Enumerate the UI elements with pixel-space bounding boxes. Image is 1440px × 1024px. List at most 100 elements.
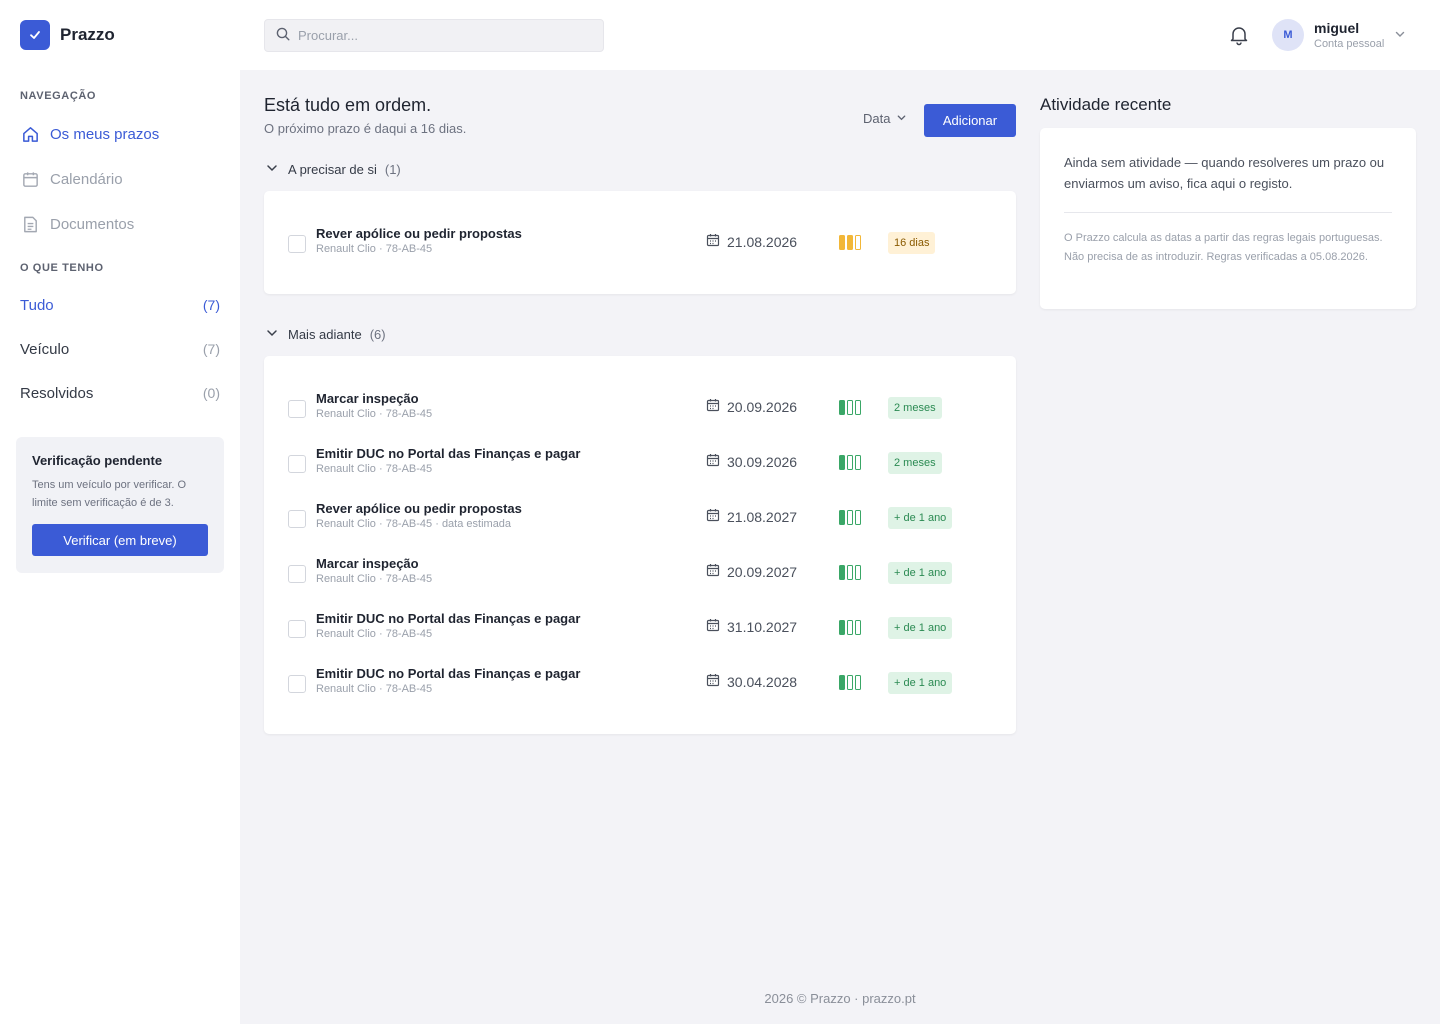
deadline-date-text: 20.09.2027 <box>727 563 798 580</box>
deadline-date: 31.10.2027 <box>706 618 797 635</box>
group-count: (1) <box>384 162 401 177</box>
deadline-date-text: 31.10.2027 <box>727 618 798 635</box>
sidebar-item-documentos[interactable]: Documentos <box>20 212 220 236</box>
urgency-bar <box>839 565 845 580</box>
check-icon <box>20 20 50 50</box>
user-menu[interactable]: M miguel Conta pessoal <box>1272 18 1406 52</box>
deadline-title: Emitir DUC no Portal das Finanças e paga… <box>316 666 581 681</box>
deadline-card: Marcar inspeção Renault Clio · 78-AB-45 … <box>264 356 1016 734</box>
deadline-row[interactable]: Rever apólice ou pedir propostas Renault… <box>264 223 1016 263</box>
sort-dropdown[interactable]: Data <box>863 111 907 126</box>
urgency-bar <box>855 235 861 250</box>
deadline-subtitle: Renault Clio · 78-AB-45 · data estimada <box>316 518 512 530</box>
deadline-checkbox[interactable] <box>288 235 306 253</box>
verification-title: Verificação pendente <box>32 453 163 468</box>
urgency-bar <box>839 455 845 470</box>
bell-icon[interactable] <box>1228 24 1250 46</box>
home-icon <box>20 124 40 144</box>
deadline-title: Rever apólice ou pedir propostas <box>316 501 522 516</box>
deadline-row[interactable]: Rever apólice ou pedir propostas Renault… <box>264 498 1016 538</box>
urgency-bar <box>855 675 861 690</box>
deadline-date: 21.08.2027 <box>706 508 797 525</box>
deadline-subtitle: Renault Clio · 78-AB-45 <box>316 628 433 640</box>
calendar-icon <box>20 169 40 189</box>
brand[interactable]: Prazzo <box>20 20 115 50</box>
chevron-down-icon <box>266 327 278 342</box>
deadline-checkbox[interactable] <box>288 455 306 473</box>
urgency-meter <box>839 510 863 525</box>
filter-count: (7) <box>202 297 220 313</box>
deadline-date: 20.09.2026 <box>706 398 797 415</box>
group-header-a-precisar[interactable]: A precisar de si (1) <box>266 162 401 177</box>
urgency-bar <box>855 565 861 580</box>
urgency-bar <box>847 400 853 415</box>
deadline-subtitle: Renault Clio · 78-AB-45 <box>316 408 433 420</box>
filter-count: (7) <box>202 341 220 357</box>
group-title: A precisar de si <box>288 162 377 177</box>
deadline-row[interactable]: Emitir DUC no Portal das Finanças e paga… <box>264 663 1016 703</box>
verification-card: Verificação pendente Tens um veículo por… <box>16 437 224 573</box>
urgency-meter <box>839 565 863 580</box>
sidebar-item-os-meus-prazos[interactable]: Os meus prazos <box>20 122 220 146</box>
user-subtitle: Conta pessoal <box>1314 38 1385 50</box>
deadline-checkbox[interactable] <box>288 565 306 583</box>
activity-card: Ainda sem atividade — quando resolveres … <box>1040 128 1416 309</box>
urgency-meter <box>839 400 863 415</box>
deadline-date: 30.09.2026 <box>706 453 797 470</box>
add-button[interactable]: Adicionar <box>924 104 1016 137</box>
sidebar-item-label: Documentos <box>50 215 135 233</box>
nav-heading: NAVEGAÇÃO <box>20 90 97 102</box>
filter-tudo[interactable]: Tudo (7) <box>20 293 220 317</box>
deadline-date-text: 21.08.2026 <box>727 233 798 250</box>
calendar-icon <box>706 398 727 415</box>
avatar: M <box>1272 19 1304 51</box>
filter-veiculo[interactable]: Veículo (7) <box>20 337 220 361</box>
filters-heading: O QUE TENHO <box>20 262 104 274</box>
deadline-checkbox[interactable] <box>288 400 306 418</box>
activity-title: Atividade recente <box>1040 95 1172 114</box>
urgency-bar <box>855 455 861 470</box>
urgency-bar <box>847 620 853 635</box>
deadline-subtitle: Renault Clio · 78-AB-45 <box>316 463 433 475</box>
calendar-icon <box>706 563 727 580</box>
deadline-title: Emitir DUC no Portal das Finanças e paga… <box>316 446 581 461</box>
urgency-bar <box>847 510 853 525</box>
search-box[interactable] <box>264 19 604 52</box>
activity-empty-text: Ainda sem atividade — quando resolveres … <box>1064 155 1385 191</box>
activity-note: O Prazzo calcula as datas a partir das r… <box>1064 232 1383 263</box>
topbar: M miguel Conta pessoal <box>240 0 1440 70</box>
filter-label: Tudo <box>20 296 54 314</box>
deadline-row[interactable]: Emitir DUC no Portal das Finanças e paga… <box>264 608 1016 648</box>
filter-resolvidos[interactable]: Resolvidos (0) <box>20 381 220 405</box>
deadline-checkbox[interactable] <box>288 510 306 528</box>
time-left-badge: + de 1 ano <box>888 562 953 584</box>
chevron-down-icon <box>1394 27 1406 43</box>
page-subtitle: O próximo prazo é daqui a 16 dias. <box>264 121 467 136</box>
filter-label: Resolvidos <box>20 384 94 402</box>
deadline-subtitle: Renault Clio · 78-AB-45 <box>316 573 433 585</box>
sidebar-item-calendario[interactable]: Calendário <box>20 167 220 191</box>
deadline-title: Rever apólice ou pedir propostas <box>316 226 522 241</box>
deadline-row[interactable]: Marcar inspeção Renault Clio · 78-AB-45 … <box>264 553 1016 593</box>
group-header-mais-adiante[interactable]: Mais adiante (6) <box>266 327 386 342</box>
chevron-down-icon <box>890 111 907 126</box>
deadline-row[interactable]: Emitir DUC no Portal das Finanças e paga… <box>264 443 1016 483</box>
deadline-checkbox[interactable] <box>288 675 306 693</box>
urgency-bar <box>847 235 853 250</box>
search-icon <box>276 27 290 44</box>
urgency-meter <box>839 455 863 470</box>
verify-button[interactable]: Verificar (em breve) <box>32 524 208 556</box>
urgency-bar <box>847 565 853 580</box>
search-input[interactable] <box>298 28 578 43</box>
deadline-date-text: 20.09.2026 <box>727 398 798 415</box>
deadline-row[interactable]: Marcar inspeção Renault Clio · 78-AB-45 … <box>264 388 1016 428</box>
deadline-date: 30.04.2028 <box>706 673 797 690</box>
deadline-title: Marcar inspeção <box>316 556 419 571</box>
page-title: Está tudo em ordem. <box>264 95 432 115</box>
deadline-checkbox[interactable] <box>288 620 306 638</box>
footer: 2026 © Prazzo · prazzo.pt <box>764 991 916 1006</box>
urgency-meter <box>839 235 863 250</box>
calendar-icon <box>706 508 727 525</box>
verification-text: Tens um veículo por verificar. O limite … <box>32 479 187 509</box>
deadline-date-text: 30.09.2026 <box>727 453 798 470</box>
